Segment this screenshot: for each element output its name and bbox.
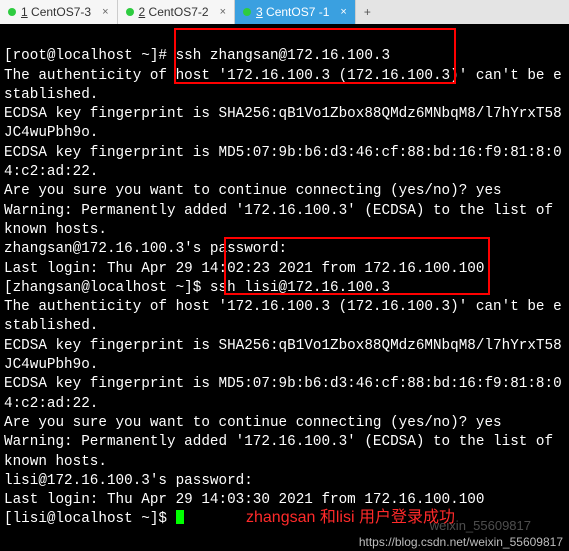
terminal-line: ECDSA key fingerprint is SHA256:qB1Vo1Zb… [4,106,562,141]
tab-centos7-1[interactable]: 3 CentOS7 -1 × [235,0,356,24]
ssh-command-1: ssh zhangsan@172.16.100.3 [176,48,391,64]
tab-centos7-3[interactable]: 1 CentOS7-3 × [0,0,118,24]
ssh-command-2: ssh lisi@172.16.100.3 [210,280,390,296]
annotation-text: zhangsan 和lisi 用户登录成功 [246,503,455,527]
terminal-line: Warning: Permanently added '172.16.100.3… [4,434,562,469]
tab-centos7-2[interactable]: 2 CentOS7-2 × [118,0,236,24]
cursor-icon [176,510,184,524]
add-tab-button[interactable]: + [356,0,379,24]
tab-bar: 1 CentOS7-3 × 2 CentOS7-2 × 3 CentOS7 -1… [0,0,569,24]
close-icon[interactable]: × [220,6,226,18]
terminal-line: ECDSA key fingerprint is MD5:07:9b:b6:d3… [4,145,562,180]
close-icon[interactable]: × [102,6,108,18]
prompt-user: [zhangsan@localhost ~]$ [4,280,210,296]
terminal-line: Last login: Thu Apr 29 14:02:23 2021 fro… [4,261,484,277]
terminal-line: Are you sure you want to continue connec… [4,415,502,431]
terminal-line: The authenticity of host '172.16.100.3 (… [4,68,562,103]
status-dot-icon [243,8,251,16]
terminal-line: zhangsan@172.16.100.3's password: [4,241,287,257]
prompt-root: [root@localhost ~]# [4,48,176,64]
terminal-line: ECDSA key fingerprint is SHA256:qB1Vo1Zb… [4,338,562,373]
prompt-user: [lisi@localhost ~]$ [4,511,176,527]
close-icon[interactable]: × [340,6,346,18]
watermark-faint: weixin_55609817 [430,518,531,533]
watermark-url: https://blog.csdn.net/weixin_55609817 [359,535,563,549]
status-dot-icon [8,8,16,16]
terminal-line: lisi@172.16.100.3's password: [4,473,253,489]
terminal-line: ECDSA key fingerprint is MD5:07:9b:b6:d3… [4,376,562,411]
terminal-line: Warning: Permanently added '172.16.100.3… [4,203,562,238]
terminal-line: The authenticity of host '172.16.100.3 (… [4,299,562,334]
status-dot-icon [126,8,134,16]
terminal-output[interactable]: [root@localhost ~]# ssh zhangsan@172.16.… [0,24,569,530]
terminal-line: Are you sure you want to continue connec… [4,183,502,199]
